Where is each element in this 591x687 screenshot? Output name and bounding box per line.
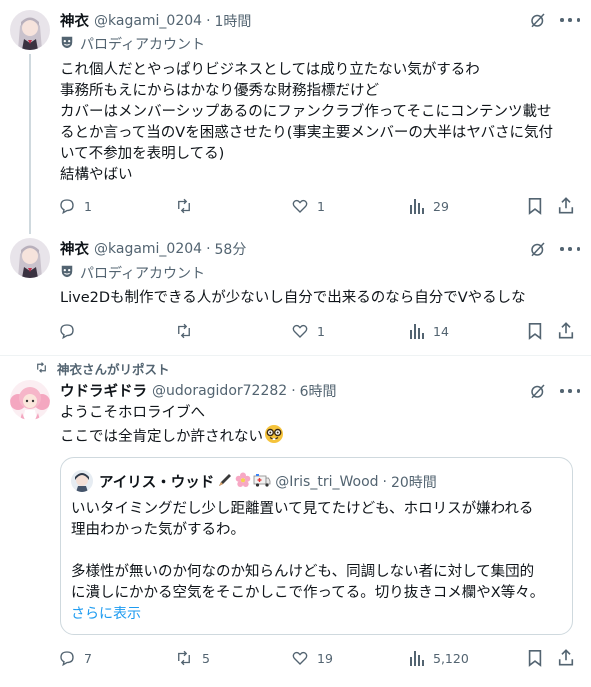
repost-button[interactable]: 5: [174, 649, 210, 667]
views-button[interactable]: 14: [409, 322, 449, 340]
cherry-blossom-icon: [235, 472, 251, 492]
separator: ·: [206, 12, 211, 29]
quote-tweet-card[interactable]: アイリス・ウッド @Iris_tri_Wood · 20時間 いいタイミングだし…: [60, 457, 573, 635]
avatar[interactable]: [10, 10, 50, 50]
display-name[interactable]: 神衣: [60, 10, 89, 31]
text-line: 事務所もえにからはかなり優秀な財務指標だけど: [60, 83, 379, 99]
view-count: 14: [433, 323, 449, 339]
quote-text: いいタイミングだし少し距離置いて見てたけども、ホロリスが嫌われる 理由わかった気…: [71, 499, 566, 604]
repost-button[interactable]: [174, 197, 202, 215]
parody-badge: パロディアカウント: [80, 266, 206, 282]
handle[interactable]: @kagami_0204: [94, 13, 202, 29]
share-icon[interactable]: [557, 648, 575, 671]
share-icon[interactable]: [557, 321, 575, 344]
like-count: 19: [317, 650, 333, 666]
repost-small-icon: [34, 359, 49, 378]
text-line: Live2Dも制作できる人が少ないし自分で出来るのなら自分でVやるしな: [60, 290, 526, 306]
like-button[interactable]: 19: [291, 649, 333, 667]
text-line: カバーはメンバーシップあるのにファンクラブ作ってそこにコンテンツ載せ: [60, 104, 552, 120]
tweet-divider: [0, 355, 591, 356]
handle[interactable]: @kagami_0204: [94, 241, 202, 257]
text-line: ここでは全肯定しか許されない: [60, 429, 263, 445]
thread-line: [29, 54, 31, 234]
text-line: 結構やばい: [60, 167, 133, 183]
text-line: 多様性が無いのか何なのか知らんけども、同調しない者に対して集団的: [71, 564, 535, 580]
parody-badge: パロディアカウント: [80, 37, 206, 53]
like-button[interactable]: 1: [291, 322, 325, 340]
ambulance-icon: [253, 472, 271, 492]
views-button[interactable]: 5,120: [409, 649, 469, 667]
text-line: [71, 541, 566, 562]
avatar[interactable]: [10, 380, 50, 420]
reply-count: 1: [84, 198, 92, 214]
view-count: 5,120: [433, 650, 469, 666]
grok-icon[interactable]: [529, 11, 547, 33]
repost-label[interactable]: 神衣さんがリポスト: [57, 359, 170, 378]
separator: ·: [382, 473, 387, 490]
quote-handle[interactable]: @Iris_tri_Wood: [275, 474, 378, 490]
timestamp[interactable]: 6時間: [300, 381, 337, 401]
views-button[interactable]: 29: [409, 197, 449, 215]
tweet-text: Live2Dも制作できる人が少ないし自分で出来るのなら自分でVやるしな: [60, 288, 580, 309]
repost-count: 5: [202, 650, 210, 666]
display-name[interactable]: 神衣: [60, 238, 89, 259]
grok-icon[interactable]: [529, 382, 547, 404]
reply-count: 7: [84, 650, 92, 666]
tweet-text: これ個人だとやっぱりビジネスとしては成り立たない気がするわ 事務所もえにからはか…: [60, 60, 580, 186]
bookmark-icon[interactable]: [527, 649, 543, 671]
like-count: 1: [317, 198, 325, 214]
more-icon[interactable]: [560, 11, 580, 29]
share-icon[interactable]: [557, 196, 575, 219]
parody-mask-icon: [60, 35, 74, 53]
repost-button[interactable]: [174, 322, 202, 340]
like-count: 1: [317, 323, 325, 339]
separator: ·: [291, 382, 296, 399]
text-line: 理由わかった気がするわ。: [71, 522, 245, 538]
timestamp[interactable]: 58分: [215, 239, 247, 259]
text-line: るとか言って当のVを困惑させたり(事実主要メンバーの大半はヤバさに気付: [60, 125, 554, 141]
display-name[interactable]: ウドラギドラ: [60, 380, 147, 401]
text-line: いいタイミングだし少し距離置いて見てたけども、ホロリスが嫌われる: [71, 501, 534, 517]
like-button[interactable]: 1: [291, 197, 325, 215]
reply-button[interactable]: 1: [58, 197, 92, 215]
bookmark-icon[interactable]: [527, 197, 543, 219]
timestamp[interactable]: 1時間: [215, 11, 252, 31]
avatar[interactable]: [10, 238, 50, 278]
nerd-face-emoji-icon: [264, 424, 284, 451]
parody-mask-icon: [60, 264, 74, 282]
text-line: ようこそホロライブへ: [60, 405, 205, 421]
handle[interactable]: @udoragidor72282: [152, 383, 287, 399]
more-icon[interactable]: [560, 382, 580, 400]
pen-icon: [217, 472, 233, 492]
show-more-link[interactable]: さらに表示: [71, 603, 141, 623]
quote-display-name[interactable]: アイリス・ウッド: [99, 471, 214, 492]
text-line: いて不参加を表明してる): [60, 146, 225, 162]
bookmark-icon[interactable]: [527, 322, 543, 344]
quote-timestamp[interactable]: 20時間: [391, 472, 437, 492]
separator: ·: [206, 240, 211, 257]
reply-button[interactable]: 7: [58, 649, 92, 667]
view-count: 29: [433, 198, 449, 214]
tweet-text: ようこそホロライブへ ここでは全肯定しか許されない: [60, 403, 580, 451]
text-line: これ個人だとやっぱりビジネスとしては成り立たない気がするわ: [60, 62, 480, 78]
reply-button[interactable]: [58, 322, 84, 340]
more-icon[interactable]: [560, 240, 580, 258]
quote-avatar[interactable]: [71, 470, 93, 492]
text-line: に潰しにかかる空気をそこかしこで作ってる。切り抜きコメ欄やX等々。: [71, 585, 545, 601]
grok-icon[interactable]: [529, 240, 547, 262]
